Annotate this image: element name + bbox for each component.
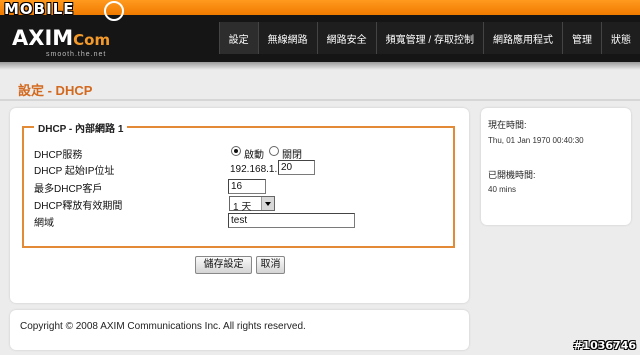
- dhcp-service-on-radio[interactable]: [231, 146, 241, 156]
- start-ip-label: DHCP 起始IP位址: [34, 166, 115, 177]
- dhcp-service-off-radio[interactable]: [269, 146, 279, 156]
- brand-suffix: Com: [73, 31, 111, 49]
- lease-time-value: 1 天: [233, 202, 252, 213]
- tab-applications[interactable]: 網路應用程式: [483, 22, 562, 54]
- brand-tagline: smooth.the.net: [46, 51, 107, 58]
- header-shadow: [0, 62, 640, 70]
- uptime-label: 已開機時間:: [488, 170, 536, 180]
- save-button[interactable]: 儲存設定: [195, 256, 252, 274]
- watermark-tag: #1036746: [573, 339, 636, 352]
- watermark-icon: [104, 1, 124, 21]
- tab-security[interactable]: 網路安全: [316, 22, 376, 54]
- start-ip-prefix: 192.168.1.: [230, 164, 278, 175]
- uptime-value: 40 mins: [488, 185, 517, 194]
- chevron-down-icon[interactable]: [261, 197, 274, 210]
- watermark-logo: MOBILE: [4, 0, 75, 18]
- brand-name: AXIM: [12, 26, 74, 50]
- dhcp-fieldset-legend: DHCP - 內部網路 1: [34, 120, 128, 135]
- max-clients-input[interactable]: 16: [228, 179, 266, 194]
- current-time-value: Thu, 01 Jan 1970 00:40:30: [488, 136, 584, 145]
- tab-status[interactable]: 狀態: [601, 22, 640, 54]
- page-title: 設定 - DHCP: [18, 83, 93, 98]
- dhcp-service-label: DHCP服務: [34, 150, 83, 161]
- copyright-text: Copyright © 2008 AXIM Communications Inc…: [20, 321, 306, 332]
- lease-time-label: DHCP釋放有效期間: [34, 201, 123, 212]
- lease-time-select[interactable]: 1 天: [229, 196, 275, 213]
- header-orange-bar: [0, 0, 640, 15]
- title-divider: [0, 99, 640, 101]
- start-ip-input[interactable]: 20: [278, 160, 315, 175]
- dhcp-service-on-label: 啟動: [244, 150, 264, 161]
- tab-wireless[interactable]: 無線網路: [257, 22, 317, 54]
- dhcp-service-off-label: 關閉: [282, 150, 302, 161]
- header: MOBILE AXIMCom smooth.the.net 設定 無線網路 網路…: [0, 0, 640, 62]
- max-clients-label: 最多DHCP客戶: [34, 184, 103, 195]
- domain-label: 網域: [34, 218, 54, 229]
- domain-input[interactable]: test: [228, 213, 355, 228]
- tab-settings[interactable]: 設定: [218, 22, 258, 54]
- cancel-button[interactable]: 取消: [256, 256, 285, 274]
- current-time-label: 現在時間:: [488, 120, 527, 130]
- tab-management[interactable]: 管理: [562, 22, 601, 54]
- tab-bandwidth-access[interactable]: 頻寬管理 / 存取控制: [375, 22, 483, 54]
- brand-logo: AXIMCom: [12, 26, 110, 50]
- main-nav: 設定 無線網路 網路安全 頻寬管理 / 存取控制 網路應用程式 管理 狀態: [218, 22, 640, 54]
